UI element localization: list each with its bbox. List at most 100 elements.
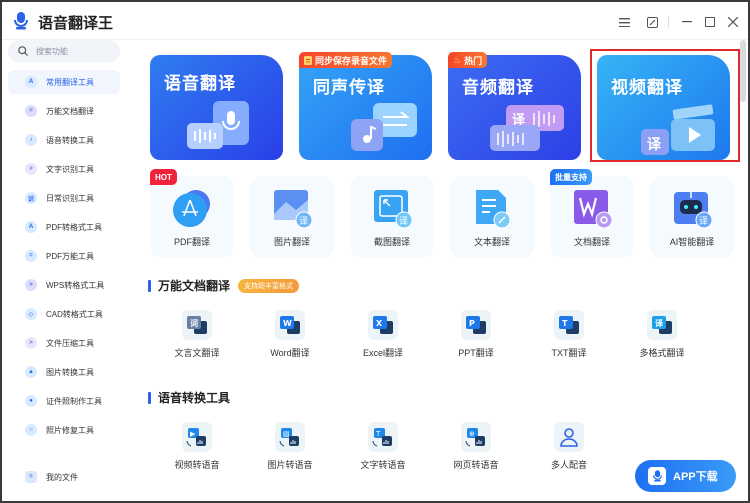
section-title: 万能文档翻译 bbox=[158, 279, 231, 293]
quick-tool-card[interactable]: 译图片翻译 bbox=[250, 176, 334, 258]
doc-tool[interactable]: 词文言文翻译 bbox=[162, 310, 232, 359]
sidebar-item-label: WPS转格式工具 bbox=[46, 280, 105, 290]
section-marker bbox=[148, 279, 151, 292]
sidebar-item-label: 图片转换工具 bbox=[46, 367, 94, 377]
quick-tool-label: 文档翻译 bbox=[573, 237, 610, 247]
speech-tool[interactable]: ⊕ 网页转语音 bbox=[441, 422, 511, 471]
sidebar-item[interactable]: > 文件压缩工具 bbox=[8, 331, 120, 355]
section-doc-translate: 万能文档翻译 支持超丰富格式 bbox=[148, 277, 300, 294]
sidebar-item[interactable]: > WPS转格式工具 bbox=[8, 273, 120, 297]
to-speech-icon: ▨ bbox=[275, 422, 305, 452]
quick-tool-label: 图片翻译 bbox=[273, 237, 310, 247]
sidebar-item-label: 文字识别工具 bbox=[46, 164, 94, 174]
section-tag: 支持超丰富格式 bbox=[238, 278, 300, 293]
screenshot-translate-icon: 译 bbox=[374, 190, 413, 229]
sidebar-item-label: 万能文档翻译 bbox=[46, 106, 94, 116]
maximize-icon[interactable] bbox=[702, 14, 718, 30]
close-icon[interactable] bbox=[725, 14, 741, 30]
quick-tool-card[interactable]: 译截图翻译 bbox=[350, 176, 434, 258]
sidebar-item[interactable]: ▲ 图片转换工具 bbox=[8, 360, 120, 384]
sidebar-item[interactable]: 识日常识别工具 bbox=[8, 186, 120, 210]
sidebar-item-my-files[interactable]: = 我的文件 bbox=[8, 465, 120, 489]
doc-tool[interactable]: W Word翻译 bbox=[255, 310, 325, 359]
scrollbar[interactable] bbox=[740, 40, 746, 102]
image-translate-icon: 译 bbox=[274, 190, 313, 229]
svg-text:▶: ▶ bbox=[190, 430, 196, 438]
sidebar-item[interactable]: ♪ 语音转换工具 bbox=[8, 128, 120, 152]
doc-format-icon: 词 bbox=[182, 310, 212, 340]
audio-wave-translate-icon: 译 bbox=[490, 105, 564, 151]
search-placeholder: 搜索功能 bbox=[36, 46, 68, 56]
section-speech-tools: 语音转换工具 bbox=[148, 389, 230, 406]
doc-tool[interactable]: 译多格式翻译 bbox=[627, 310, 697, 359]
sidebar: 搜索功能 A 常用翻译工具 = 万能文档翻译 ♪ 语音转换工具 > 文字识别工具识日常识别工具… bbox=[2, 40, 132, 501]
svg-text:译: 译 bbox=[699, 216, 708, 227]
feature-card-title: 同声传译 bbox=[313, 78, 385, 97]
quick-tool-card[interactable]: 文档翻译 批量支持 bbox=[550, 169, 634, 258]
doc-tool-label: Excel翻译 bbox=[362, 348, 403, 358]
wps-icon: > bbox=[25, 279, 37, 291]
speech-tool[interactable]: T 文字转语音 bbox=[348, 422, 418, 471]
batch-badge: 批量支持 bbox=[550, 169, 592, 185]
speech-tool-label: 网页转语音 bbox=[453, 460, 499, 470]
hamburger-icon[interactable] bbox=[616, 14, 632, 30]
app-logo-microphone-icon bbox=[12, 12, 30, 30]
feature-card-voice-translate[interactable]: 语音翻译 bbox=[150, 55, 283, 160]
speech-tool-label: 文字转语音 bbox=[360, 460, 406, 470]
speech-tool-label: 图片转语音 bbox=[267, 460, 313, 470]
speech-tool[interactable]: ▨ 图片转语音 bbox=[255, 422, 325, 471]
speech-tool[interactable]: 多人配音 bbox=[534, 422, 604, 471]
svg-text:X: X bbox=[376, 319, 383, 328]
badge-save-recording: 同步保存录音文件 bbox=[299, 52, 393, 68]
sidebar-item-label: PDF转格式工具 bbox=[46, 222, 102, 232]
quick-tool-card[interactable]: 文本翻译 bbox=[450, 176, 534, 258]
ai-robot-icon: 译 bbox=[674, 192, 713, 229]
feature-card-simultaneous[interactable]: 同声传译 bbox=[299, 55, 432, 160]
sidebar-item[interactable]: ◇ CAD转格式工具 bbox=[8, 302, 120, 326]
doc-tool[interactable]: P PPT翻译 bbox=[441, 310, 511, 359]
sidebar-item[interactable]: > 文字识别工具 bbox=[8, 157, 120, 181]
doc-format-icon: T bbox=[554, 310, 584, 340]
ocr-icon: 识 bbox=[25, 192, 37, 204]
document-icon: = bbox=[25, 105, 37, 117]
sidebar-item[interactable]: = 万能文档翻译 bbox=[8, 99, 120, 123]
to-speech-icon: T bbox=[368, 422, 398, 452]
cad-icon: ◇ bbox=[25, 308, 37, 320]
doc-tool[interactable]: T TXT翻译 bbox=[534, 310, 604, 359]
sidebar-item-label: 日常识别工具 bbox=[46, 193, 94, 203]
quick-tool-label: 文本翻译 bbox=[473, 237, 510, 247]
sidebar-item[interactable]: A PDF转格式工具 bbox=[8, 215, 120, 239]
speech-tool[interactable]: ▶ 视频转语音 bbox=[162, 422, 232, 471]
badge-hot: ♨ 热门 bbox=[448, 52, 488, 68]
doc-tool-label: 多格式翻译 bbox=[639, 348, 685, 358]
sidebar-item[interactable]: ○ 照片修复工具 bbox=[8, 418, 120, 442]
app-download-label: APP下载 bbox=[673, 471, 718, 483]
app-download-button[interactable]: APP下载 bbox=[635, 460, 736, 492]
app-window: 语音翻译王 搜索功能 A 常用翻译工具 = 万能文档翻译 ♪ 语音转换工具 > 文字识别工具识… bbox=[2, 2, 748, 501]
text-translate-icon bbox=[476, 190, 511, 229]
compress-icon: > bbox=[25, 337, 37, 349]
image-icon: ▲ bbox=[25, 366, 37, 378]
resize-icon[interactable] bbox=[644, 14, 660, 30]
minimize-icon[interactable] bbox=[679, 14, 695, 30]
doc-format-icon: P bbox=[461, 310, 491, 340]
sidebar-item[interactable]: = PDF万能工具 bbox=[8, 244, 120, 268]
sidebar-item[interactable]: ● 证件照制作工具 bbox=[8, 389, 120, 413]
speech-tool-label: 视频转语音 bbox=[174, 460, 220, 470]
sidebar-item[interactable]: A 常用翻译工具 bbox=[8, 70, 120, 94]
svg-text:T: T bbox=[562, 319, 568, 328]
sidebar-item-label: 常用翻译工具 bbox=[46, 77, 94, 87]
sidebar-item-label: 文件压缩工具 bbox=[46, 338, 94, 348]
sidebar-item-label: PDF万能工具 bbox=[46, 251, 94, 261]
app-title: 语音翻译王 bbox=[38, 15, 114, 32]
svg-text:译: 译 bbox=[399, 216, 408, 227]
quick-tool-card[interactable]: PDF翻译 HOT bbox=[150, 169, 234, 258]
feature-card-audio-translate[interactable]: 音频翻译 译 bbox=[448, 55, 581, 160]
search-input[interactable]: 搜索功能 bbox=[8, 40, 120, 62]
feature-card-title: 语音翻译 bbox=[164, 74, 236, 93]
doc-tool[interactable]: X Excel翻译 bbox=[348, 310, 418, 359]
svg-text:译: 译 bbox=[299, 216, 308, 227]
folder-icon: = bbox=[25, 471, 37, 483]
sidebar-item-label: 语音转换工具 bbox=[46, 135, 94, 145]
quick-tool-card[interactable]: 译 AI智能翻译 bbox=[650, 176, 734, 258]
